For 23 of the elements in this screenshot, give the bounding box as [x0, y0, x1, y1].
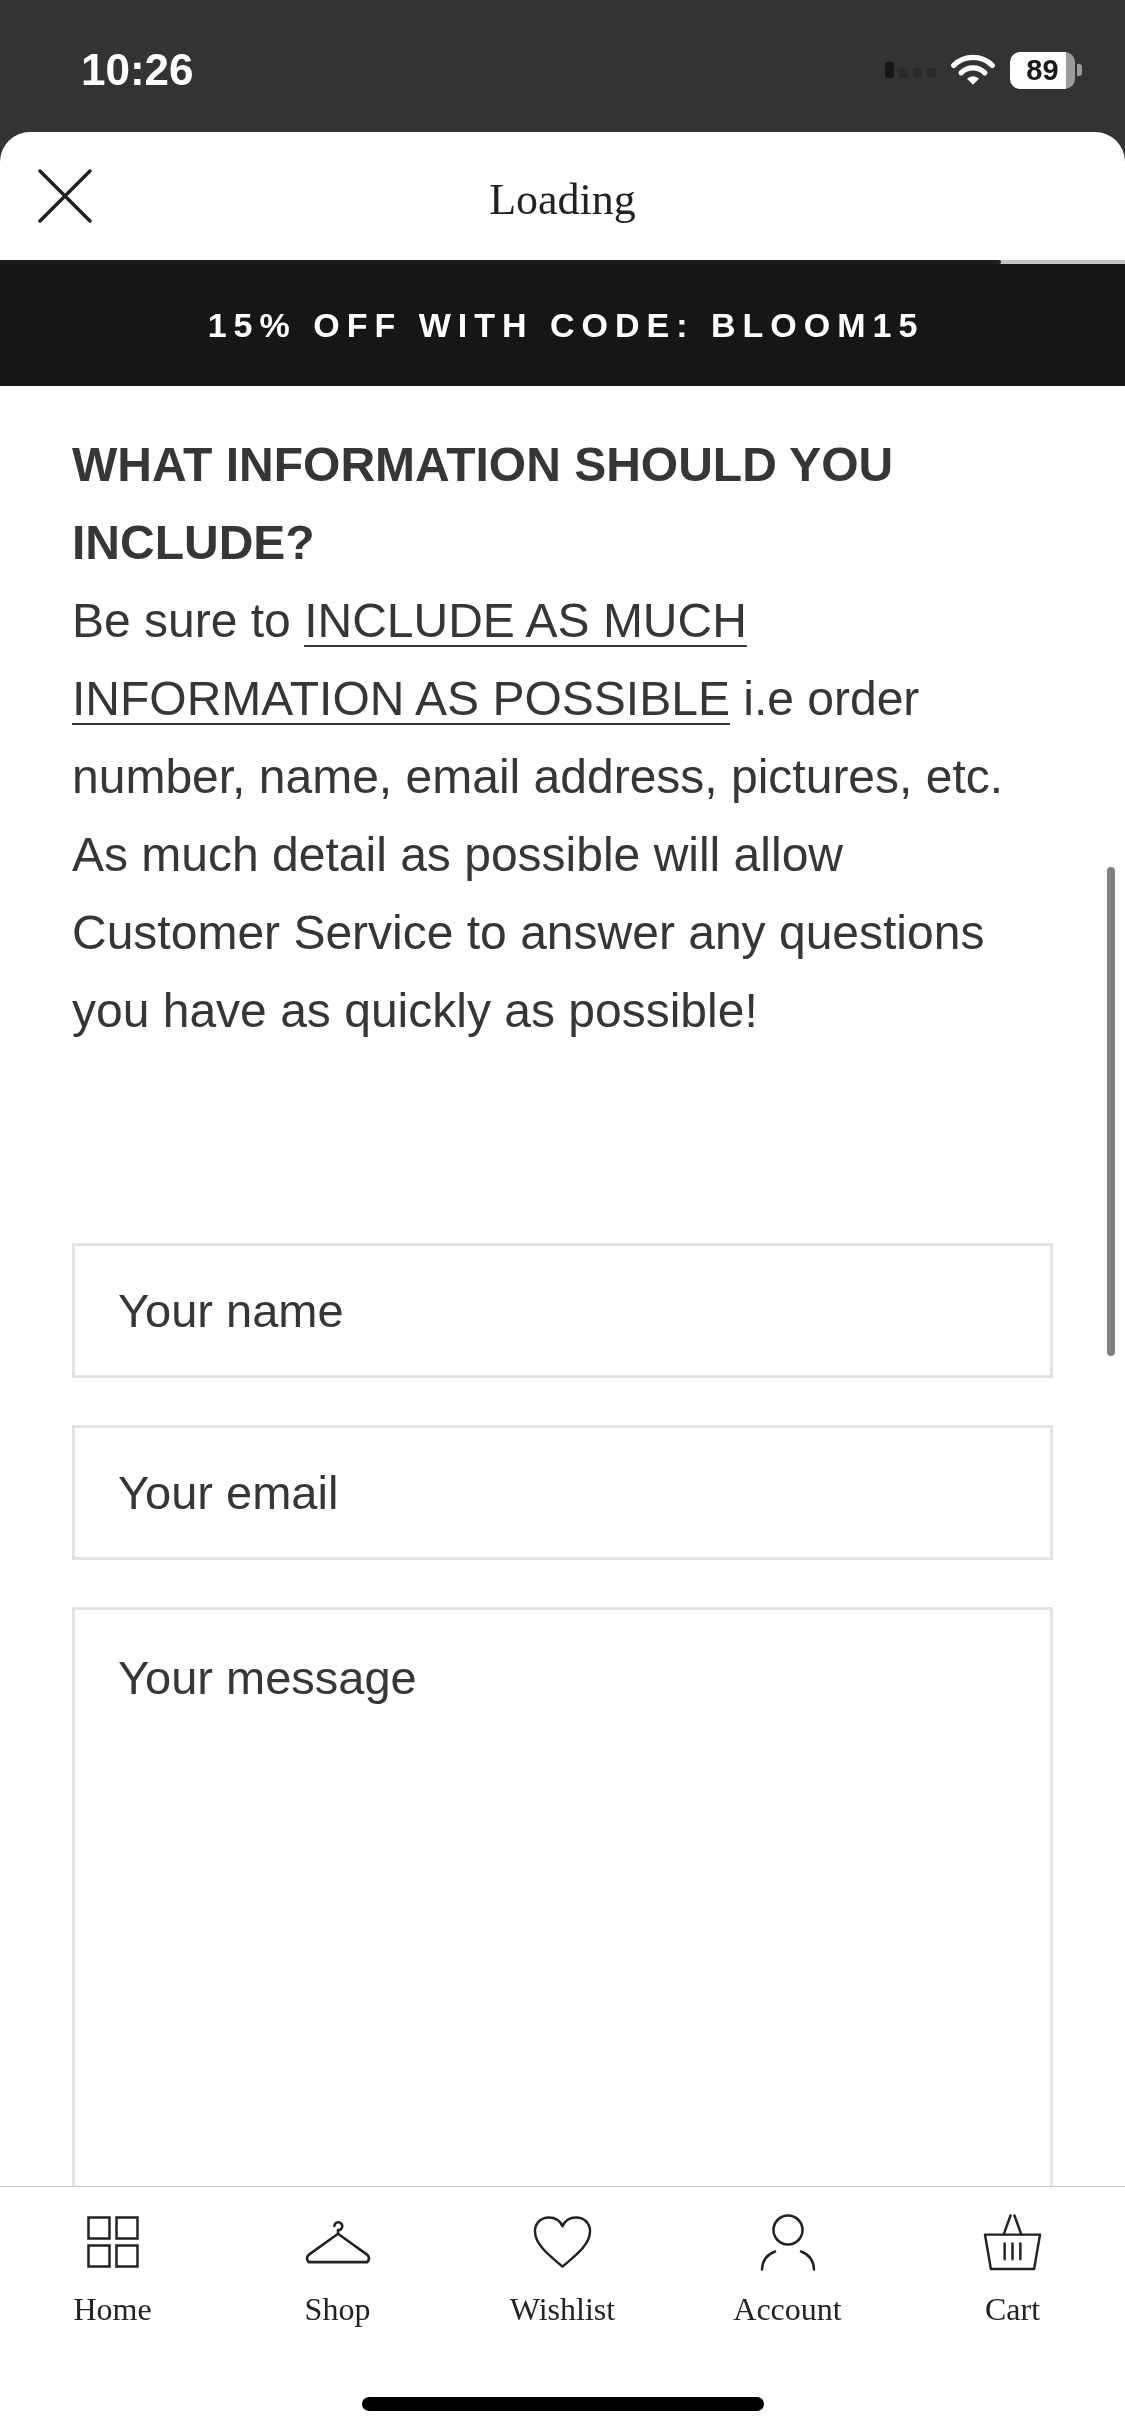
basket-icon [983, 2213, 1042, 2271]
nav-tab[interactable]: Cart [900, 2213, 1125, 2329]
nav-tab[interactable]: Account [675, 2213, 900, 2329]
hanger-icon [304, 2219, 371, 2265]
person-icon [759, 2213, 816, 2271]
close-icon [38, 169, 92, 223]
heart-icon [533, 2215, 592, 2269]
nav-tab[interactable]: Shop [225, 2213, 450, 2329]
nav-tab[interactable]: Wishlist [450, 2213, 675, 2329]
close-button[interactable] [38, 169, 92, 223]
page-title: Loading [489, 174, 636, 222]
status-time: 10:26 [81, 44, 194, 96]
info-paragraph: Be sure to INCLUDE AS MUCH INFORMATION AS POSSIBLE i.e order number, name, email address, pictures, etc. As much detail as possible will allow Customer Service to answer any questions you have as quickly as possible! [72, 593, 1005, 1039]
grid-icon [86, 2216, 139, 2268]
info-heading: WHAT INFORMATION SHOULD YOU INCLUDE? [72, 437, 895, 571]
name-field[interactable]: Your name [72, 1243, 1053, 1378]
battery-indicator: 89 [1010, 51, 1082, 89]
nav-tab[interactable]: Home [0, 2213, 225, 2329]
wifi-icon [951, 54, 995, 86]
signal-icon [885, 62, 936, 78]
message-field[interactable]: Your message [72, 1607, 1053, 2186]
email-field[interactable]: Your email [72, 1425, 1053, 1560]
promo-text: 15% OFF WITH CODE: BLOOM15 [206, 308, 925, 342]
